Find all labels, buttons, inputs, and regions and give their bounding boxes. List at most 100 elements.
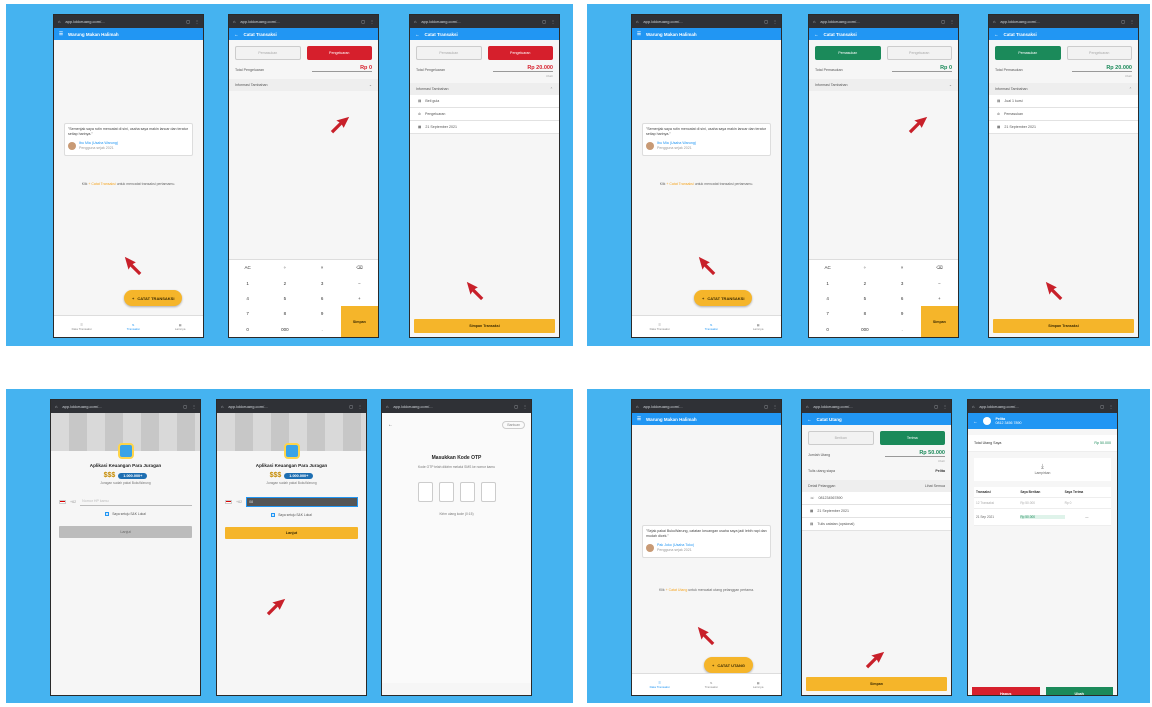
key-7[interactable]: 7 <box>229 311 266 316</box>
tabs-icon[interactable]: ▢ <box>361 19 365 24</box>
menu-dots-icon[interactable]: ⋮ <box>773 404 777 409</box>
key-divide[interactable]: ÷ <box>846 265 883 270</box>
simpan-transaksi-button[interactable]: Simpan Transaksi <box>414 319 555 333</box>
key-multiply[interactable]: × <box>884 265 921 270</box>
menu-dots-icon[interactable]: ⋮ <box>195 19 199 24</box>
url-text[interactable]: app.lokkeuang.com/... <box>820 19 936 24</box>
home-icon[interactable]: ⌂ <box>221 404 223 409</box>
tabs-icon[interactable]: ▢ <box>183 404 187 409</box>
key-0[interactable]: 0 <box>809 327 846 332</box>
amount-input[interactable]: Rp 0 <box>312 65 372 72</box>
hamburger-icon[interactable]: ☰ <box>637 416 641 422</box>
note-field[interactable]: ▤ Tulis catatan (opsional) <box>802 518 951 531</box>
key-dot[interactable]: . <box>304 327 341 332</box>
menu-dots-icon[interactable]: ⋮ <box>773 19 777 24</box>
menu-dots-icon[interactable]: ⋮ <box>358 404 362 409</box>
tab-pengeluaran[interactable]: Pengeluaran <box>487 46 553 60</box>
key-divide[interactable]: ÷ <box>266 265 303 270</box>
home-icon[interactable]: ⌂ <box>972 404 974 409</box>
key-2[interactable]: 2 <box>266 281 303 286</box>
hapus-button[interactable]: Hapus <box>972 687 1040 695</box>
menu-dots-icon[interactable]: ⋮ <box>551 19 555 24</box>
key-0[interactable]: 0 <box>229 327 266 332</box>
home-icon[interactable]: ⌂ <box>386 404 388 409</box>
checkbox[interactable] <box>105 512 110 516</box>
tab-pemasukan[interactable]: Pemasukan <box>235 46 301 60</box>
nav-item-data[interactable]: ☰ Data Transaksi <box>650 323 670 331</box>
phone-number-input[interactable]: Nomor HP kamu <box>80 497 192 506</box>
key-backspace[interactable]: ⌫ <box>341 265 378 271</box>
amount-hint[interactable]: Ubah <box>989 74 1138 78</box>
key-7[interactable]: 7 <box>809 311 846 316</box>
tabs-icon[interactable]: ▢ <box>542 19 546 24</box>
menu-dots-icon[interactable]: ⋮ <box>1130 19 1134 24</box>
category-field[interactable]: ⊘ Pemasukan <box>989 108 1138 121</box>
url-text[interactable]: app.lokkeuang.com/... <box>643 404 759 409</box>
otp-digit-3[interactable] <box>459 481 475 502</box>
back-arrow-icon[interactable]: ← <box>814 32 819 37</box>
home-icon[interactable]: ⌂ <box>414 19 416 24</box>
otp-digit-2[interactable] <box>438 481 454 502</box>
tab-pemasukan[interactable]: Pemasukan <box>416 46 482 60</box>
otp-input[interactable] <box>382 481 531 502</box>
amount-hint[interactable]: Ubah <box>410 74 559 78</box>
category-field[interactable]: ⊘ Pengeluaran <box>410 108 559 121</box>
note-field[interactable]: ▤ Beli gula <box>410 95 559 108</box>
url-text[interactable]: app.lokkeuang.com/... <box>813 404 929 409</box>
amount-input[interactable]: Rp 0 <box>892 65 952 72</box>
attach-card[interactable]: ⤓ Lampirkan <box>974 458 1111 481</box>
nav-item-lainnya[interactable]: ▦ Lainnya <box>753 323 764 331</box>
tabs-icon[interactable]: ▢ <box>934 404 938 409</box>
phone-number-input[interactable]: 08 <box>246 497 358 507</box>
home-icon[interactable]: ⌂ <box>233 19 235 24</box>
url-text[interactable]: app.lokkeuang.com/... <box>228 404 344 409</box>
tab-pengeluaran[interactable]: Pengeluaran <box>1066 46 1132 60</box>
lanjut-button[interactable]: Lanjut <box>225 527 358 539</box>
key-8[interactable]: 8 <box>266 311 303 316</box>
country-code[interactable]: +62 <box>70 500 76 504</box>
back-arrow-icon[interactable]: ← <box>415 32 420 37</box>
home-icon[interactable]: ⌂ <box>993 19 995 24</box>
key-2[interactable]: 2 <box>846 281 883 286</box>
resend-otp-text[interactable]: Kirim ulang kode (0:15) <box>382 512 531 516</box>
info-section[interactable]: Informasi Tambahan ⌄ <box>809 79 958 91</box>
tabs-icon[interactable]: ▢ <box>1121 19 1125 24</box>
tabs-icon[interactable]: ▢ <box>764 404 768 409</box>
keypad-save-button[interactable]: Simpan <box>340 306 378 337</box>
key-multiply[interactable]: × <box>304 265 341 270</box>
back-arrow-icon[interactable]: ← <box>388 422 393 428</box>
amount-input[interactable]: Rp 20.000 <box>493 65 553 72</box>
home-icon[interactable]: ⌂ <box>806 404 808 409</box>
key-4[interactable]: 4 <box>809 296 846 301</box>
key-3[interactable]: 3 <box>304 281 341 286</box>
key-backspace[interactable]: ⌫ <box>921 265 958 271</box>
nav-item-transaksi[interactable]: ⇅ Transaksi <box>127 323 140 331</box>
home-icon[interactable]: ⌂ <box>55 404 57 409</box>
url-text[interactable]: app.lokkeuang.com/... <box>65 19 181 24</box>
key-6[interactable]: 6 <box>884 296 921 301</box>
simpan-button[interactable]: Simpan <box>806 677 947 691</box>
key-plus[interactable]: + <box>921 296 958 301</box>
tabs-icon[interactable]: ▢ <box>349 404 353 409</box>
key-000[interactable]: 000 <box>266 327 303 332</box>
tab-pengeluaran[interactable]: Pengeluaran <box>886 46 952 60</box>
url-text[interactable]: app.lokkeuang.com/... <box>62 404 178 409</box>
key-ac[interactable]: AC <box>809 265 846 270</box>
nav-item-data[interactable]: ☰ Data Transaksi <box>72 323 92 331</box>
phone-field[interactable]: ☏ 081234567890 <box>802 492 951 505</box>
key-3[interactable]: 3 <box>884 281 921 286</box>
key-5[interactable]: 5 <box>266 296 303 301</box>
hamburger-icon[interactable]: ☰ <box>59 31 63 37</box>
key-8[interactable]: 8 <box>846 311 883 316</box>
back-arrow-icon[interactable]: ← <box>994 32 999 37</box>
url-text[interactable]: app.lokkeuang.com/... <box>240 19 356 24</box>
terms-checkbox-row[interactable]: Saya setuju S&K Lokal <box>51 512 200 516</box>
simpan-transaksi-button[interactable]: Simpan Transaksi <box>993 319 1134 333</box>
checkbox[interactable] <box>271 513 276 517</box>
date-field[interactable]: ▦ 21 September 2021 <box>989 121 1138 134</box>
menu-dots-icon[interactable]: ⋮ <box>523 404 527 409</box>
catat-utang-button[interactable]: + CATAT UTANG <box>704 657 754 673</box>
tabs-icon[interactable]: ▢ <box>514 404 518 409</box>
tabs-icon[interactable]: ▢ <box>764 19 768 24</box>
section-link[interactable]: Lihat Semua <box>925 484 945 488</box>
